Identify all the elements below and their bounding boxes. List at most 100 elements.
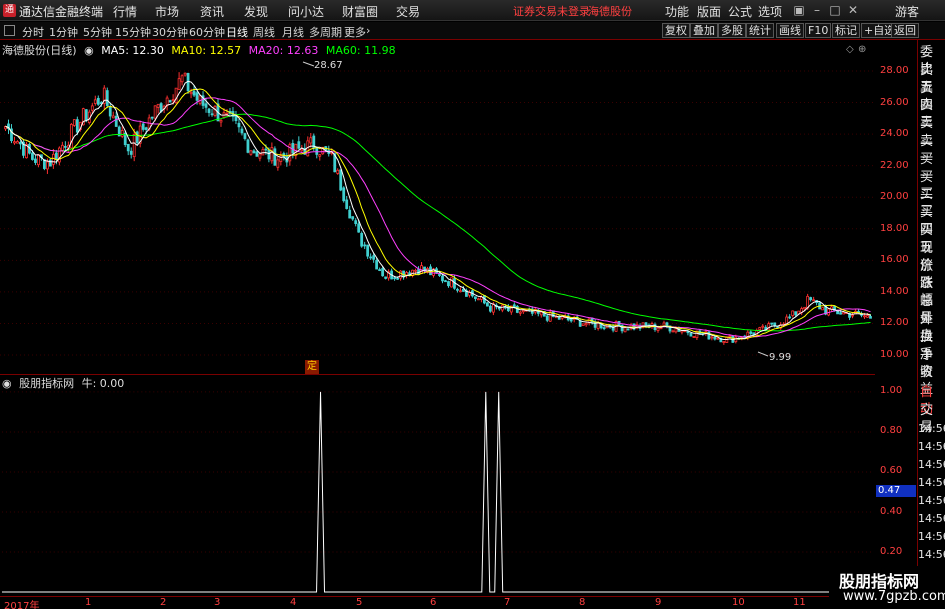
x-tick-label: 8 — [579, 597, 586, 608]
candle — [474, 296, 477, 302]
indicator-name[interactable]: 股朋指标网 — [19, 377, 74, 390]
indicator-value-badge: 0.47 — [876, 485, 916, 497]
candle — [156, 103, 160, 114]
side-time-label: 14:56 — [918, 494, 945, 507]
btn-diejia[interactable]: 叠加 — [690, 23, 718, 38]
candle — [63, 141, 67, 151]
y-tick-label: 22.00 — [880, 159, 909, 171]
event-marker[interactable]: 定 — [305, 360, 319, 374]
btn-fanhui[interactable]: 返回 — [891, 23, 919, 38]
menu-gongshi[interactable]: 公式 — [728, 3, 752, 20]
x-tick-label: 9 — [655, 597, 662, 608]
menu-gongneng[interactable]: 功能 — [665, 3, 689, 20]
chart-collapse-icon: ⊕ — [858, 44, 866, 55]
candle — [207, 107, 211, 117]
candle — [429, 264, 432, 276]
trade-login-notice[interactable]: 证券交易未登录 — [513, 3, 590, 19]
maximize-icon[interactable]: □ — [826, 1, 844, 19]
candle — [168, 99, 172, 103]
candle — [150, 116, 154, 121]
menu-caifuquan[interactable]: 财富圈 — [342, 3, 378, 20]
menu-banmian[interactable]: 版面 — [697, 3, 721, 20]
indicator-chart[interactable] — [0, 374, 875, 596]
minimize-icon[interactable]: – — [808, 1, 826, 19]
candle — [830, 304, 833, 312]
ma60-label: MA60: 11.98 — [325, 44, 396, 57]
candle — [177, 72, 181, 90]
candle — [174, 87, 178, 104]
btn-duogu[interactable]: 多股 — [718, 23, 746, 38]
menu-faxian[interactable]: 发现 — [244, 3, 268, 20]
title-bar: 通 通达信金融终端 行情 市场 资讯 发现 问小达 财富圈 交易 证券交易未登录… — [0, 0, 945, 21]
candle — [441, 274, 444, 284]
btn-fuquan[interactable]: 复权 — [662, 23, 690, 38]
candle — [420, 262, 423, 275]
period-1min[interactable]: 1分钟 — [49, 24, 78, 40]
candle — [360, 231, 364, 248]
period-15min[interactable]: 15分钟 — [115, 24, 151, 40]
candle — [165, 95, 169, 111]
candle — [689, 332, 693, 337]
candle — [315, 146, 319, 159]
layout-toggle-icon[interactable] — [4, 25, 15, 36]
period-day[interactable]: 日线 — [226, 24, 248, 40]
candle — [761, 323, 765, 330]
candle — [255, 150, 259, 157]
indicator-toggle-icon[interactable]: ◉ — [2, 377, 12, 390]
candle — [48, 159, 52, 167]
candle — [477, 297, 480, 301]
candle — [791, 310, 795, 318]
btn-huaxian[interactable]: 画线 — [776, 23, 804, 38]
candle — [120, 126, 124, 139]
candle — [261, 146, 265, 156]
menu-zixun[interactable]: 资讯 — [200, 3, 224, 20]
btn-tongji[interactable]: 统计 — [746, 23, 774, 38]
watermark: 股朋指标网 www.7gpzb.com — [829, 566, 945, 609]
period-fenshi[interactable]: 分时 — [22, 24, 44, 40]
quote-side-panel: 委比 卖五 卖四 卖三 卖二 卖一 买一 买二 买三 买四 买五 现价 涨跌 涨幅 总量 外盘 换手 净资 收益 自动… — [917, 40, 945, 597]
candle — [246, 138, 250, 154]
menu-shichang[interactable]: 市场 — [155, 3, 179, 20]
menu-wenxiaoda[interactable]: 问小达 — [288, 3, 324, 20]
period-month[interactable]: 月线 — [282, 24, 304, 40]
user-label[interactable]: 游客 — [895, 3, 919, 20]
period-multi[interactable]: 多周期 — [309, 24, 342, 40]
y-tick-label: 26.00 — [880, 96, 909, 108]
btn-f10[interactable]: F10 — [805, 23, 832, 38]
period-30min[interactable]: 30分钟 — [152, 24, 188, 40]
stock-name-label[interactable]: 海德股份(日线) — [2, 44, 77, 57]
candle — [141, 121, 145, 132]
candle — [288, 142, 292, 166]
period-5min[interactable]: 5分钟 — [83, 24, 112, 40]
ma5-line — [5, 80, 871, 341]
chevron-right-icon[interactable]: › — [366, 24, 370, 37]
candle — [722, 341, 726, 345]
ind-y-tick-label: 0.60 — [880, 465, 903, 477]
candle — [108, 102, 112, 121]
candle — [450, 277, 453, 288]
legend-toggle-icon[interactable]: ◉ — [84, 44, 94, 57]
menu-jiaoyi[interactable]: 交易 — [396, 3, 420, 20]
close-icon[interactable]: ✕ — [844, 1, 862, 19]
candle — [252, 149, 256, 154]
skin-icon[interactable]: ▣ — [790, 1, 808, 19]
menu-hangqing[interactable]: 行情 — [113, 3, 137, 20]
candle — [809, 296, 813, 302]
period-more[interactable]: 更多 — [344, 24, 366, 40]
candle — [276, 156, 280, 171]
menu-xuanxiang[interactable]: 选项 — [758, 3, 782, 20]
candle — [773, 322, 777, 328]
candle — [297, 136, 301, 150]
app-title: 通达信金融终端 — [19, 5, 104, 19]
period-week[interactable]: 周线 — [253, 24, 275, 40]
kline-chart[interactable]: 28.67 9.99 ◇ ⊕ — [0, 40, 875, 374]
candle — [818, 301, 822, 310]
x-tick-label: 3 — [214, 597, 221, 608]
ind-y-tick-label: 0.20 — [880, 545, 903, 557]
y-tick-label: 18.00 — [880, 222, 909, 234]
btn-biaoji[interactable]: 标记 — [832, 23, 860, 38]
x-tick-label: 1 — [85, 597, 92, 608]
period-60min[interactable]: 60分钟 — [189, 24, 225, 40]
candle — [629, 322, 633, 331]
candle — [13, 136, 16, 145]
